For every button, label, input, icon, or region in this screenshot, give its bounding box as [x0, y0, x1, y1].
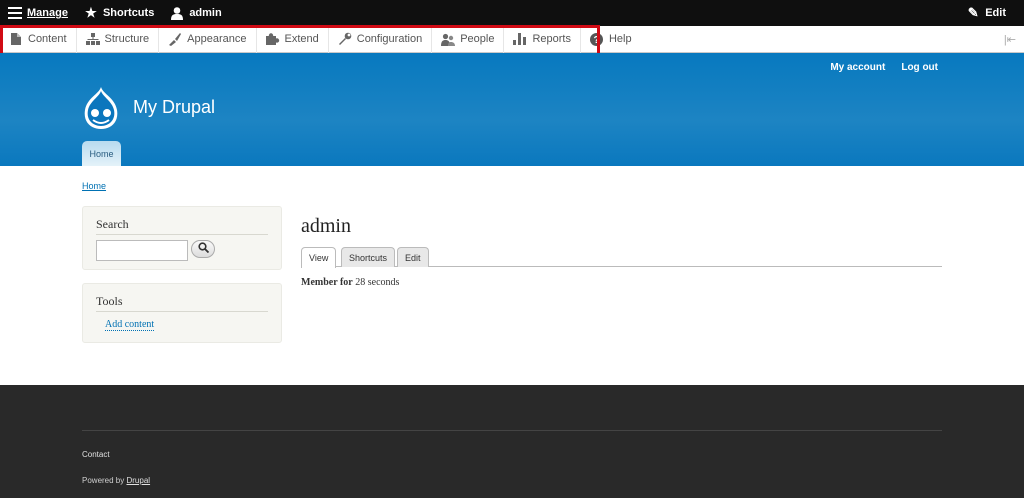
user-label: admin: [189, 7, 222, 19]
contact-link[interactable]: Contact: [82, 450, 110, 459]
tray-item-structure[interactable]: Structure: [77, 25, 160, 53]
wrench-icon: [338, 32, 352, 46]
drupal-link[interactable]: Drupal: [126, 476, 150, 485]
site-name[interactable]: My Drupal: [133, 97, 215, 118]
search-button[interactable]: [191, 240, 215, 258]
tray-item-appearance[interactable]: Appearance: [159, 25, 257, 53]
tray-orientation-toggle-icon[interactable]: |⇤: [1004, 33, 1016, 46]
powered-by-prefix: Powered by: [82, 476, 125, 485]
search-input[interactable]: [96, 240, 188, 261]
document-icon: [9, 32, 23, 46]
paintbrush-icon: [168, 32, 182, 46]
tray-item-label: Extend: [284, 33, 319, 45]
primary-tab-home[interactable]: Home: [82, 141, 121, 166]
edit-label: Edit: [985, 7, 1006, 19]
bar-chart-icon: [513, 32, 527, 46]
question-icon: ?: [590, 32, 604, 46]
user-button[interactable]: admin: [162, 0, 229, 26]
local-tabs: View Shortcuts Edit: [301, 246, 942, 268]
manage-button[interactable]: Manage: [0, 0, 76, 26]
powered-by: Powered by Drupal: [82, 476, 150, 485]
tray-item-label: Reports: [532, 33, 571, 45]
manage-label: Manage: [27, 7, 68, 19]
member-for-label: Member for: [301, 277, 353, 288]
tab-edit[interactable]: Edit: [397, 247, 429, 267]
search-block: Search: [82, 206, 282, 270]
tray-item-label: Appearance: [187, 33, 247, 45]
star-icon: ★: [85, 5, 97, 20]
tray-item-label: Structure: [104, 33, 150, 45]
tray-item-label: Configuration: [356, 33, 423, 45]
page-title: admin: [301, 215, 351, 237]
tools-block: Tools Add content: [82, 283, 282, 343]
divider: [96, 234, 268, 235]
admin-toolbar: Manage ★ Shortcuts admin ✎ Edit: [0, 0, 1024, 26]
search-block-title: Search: [96, 217, 129, 231]
puzzle-icon: [265, 32, 280, 46]
drupal-logo-icon[interactable]: [81, 86, 121, 130]
hamburger-icon: [8, 6, 22, 20]
tab-view[interactable]: View: [301, 247, 337, 268]
svg-text:?: ?: [594, 35, 600, 46]
manage-tray: Content Structure Appearance Extend Conf…: [0, 25, 1024, 53]
tray-item-people[interactable]: People: [432, 25, 505, 53]
tools-block-title: Tools: [96, 294, 123, 308]
tray-item-label: People: [460, 33, 495, 45]
add-content-link[interactable]: Add content: [105, 319, 155, 331]
my-account-link[interactable]: My account: [830, 62, 885, 73]
people-icon: [441, 32, 456, 46]
tray-item-help[interactable]: ? Help: [581, 26, 641, 53]
pencil-icon: ✎: [967, 5, 979, 20]
search-icon: [197, 242, 209, 256]
tray-item-label: Content: [28, 33, 67, 45]
tray-item-label: Help: [608, 33, 632, 45]
person-icon: [170, 6, 184, 20]
shortcuts-button[interactable]: ★ Shortcuts: [76, 0, 162, 26]
tray-item-extend[interactable]: Extend: [257, 25, 329, 53]
tab-shortcuts[interactable]: Shortcuts: [341, 247, 396, 267]
member-for-field: Member for 28 seconds: [301, 277, 399, 288]
secondary-menu: My account Log out: [830, 62, 938, 73]
edit-button[interactable]: ✎ Edit: [958, 0, 1014, 26]
footer-divider: [82, 430, 942, 431]
log-out-link[interactable]: Log out: [901, 62, 938, 73]
shortcuts-label: Shortcuts: [102, 7, 155, 19]
divider: [96, 311, 268, 312]
site-footer: [0, 385, 1024, 498]
tray-item-configuration[interactable]: Configuration: [329, 25, 433, 53]
tray-item-content[interactable]: Content: [0, 25, 77, 53]
member-for-value: 28 seconds: [355, 277, 400, 288]
breadcrumb[interactable]: Home: [82, 181, 106, 191]
tray-item-reports[interactable]: Reports: [504, 25, 581, 53]
sitemap-icon: [85, 32, 100, 46]
